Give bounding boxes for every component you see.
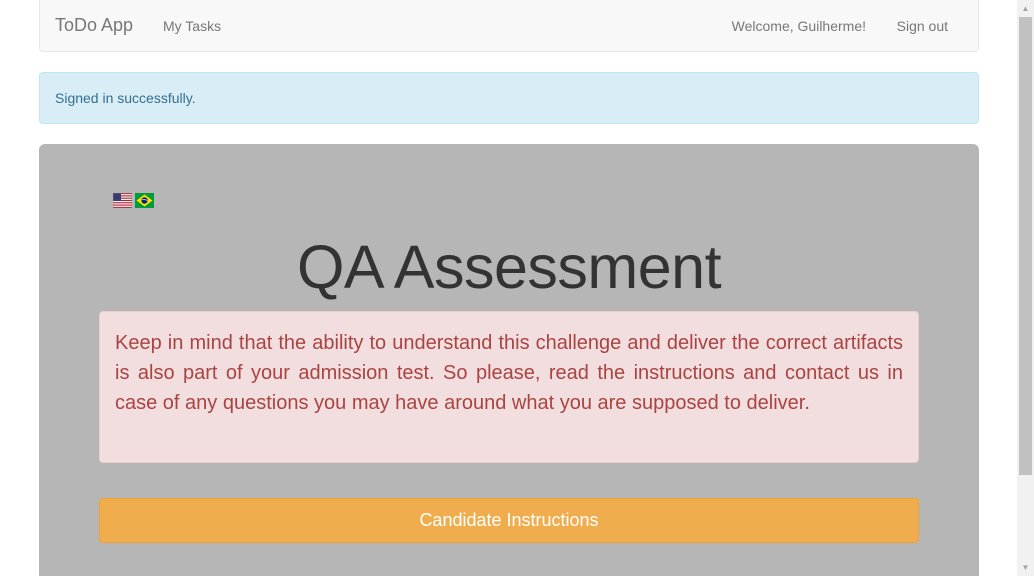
main-jumbotron: QA Assessment Keep in mind that the abil… xyxy=(39,144,979,576)
page-title: QA Assessment xyxy=(296,233,722,301)
scroll-down-icon[interactable]: ▼ xyxy=(1017,559,1034,576)
scroll-thumb[interactable] xyxy=(1019,17,1032,475)
page: ToDo App My Tasks Welcome, Guilherme! Si… xyxy=(0,0,1034,576)
admission-notice: Keep in mind that the ability to underst… xyxy=(99,311,919,463)
brand-link[interactable]: ToDo App xyxy=(55,15,133,36)
brazil-flag-icon[interactable] xyxy=(135,193,154,208)
navbar: ToDo App My Tasks Welcome, Guilherme! Si… xyxy=(39,0,979,52)
scroll-up-icon[interactable]: ▲ xyxy=(1017,0,1034,17)
nav-my-tasks[interactable]: My Tasks xyxy=(163,18,221,34)
admission-notice-text: Keep in mind that the ability to underst… xyxy=(115,332,903,414)
flash-message: Signed in successfully. xyxy=(55,90,196,106)
us-flag-icon[interactable] xyxy=(113,193,132,208)
language-flags xyxy=(113,193,154,208)
vertical-scrollbar[interactable]: ▲ ▼ xyxy=(1017,0,1034,576)
candidate-instructions-button[interactable]: Candidate Instructions xyxy=(99,498,919,543)
flash-alert: Signed in successfully. xyxy=(39,72,979,124)
sign-out-link[interactable]: Sign out xyxy=(897,18,948,34)
nav-welcome-user[interactable]: Welcome, Guilherme! xyxy=(732,18,866,34)
